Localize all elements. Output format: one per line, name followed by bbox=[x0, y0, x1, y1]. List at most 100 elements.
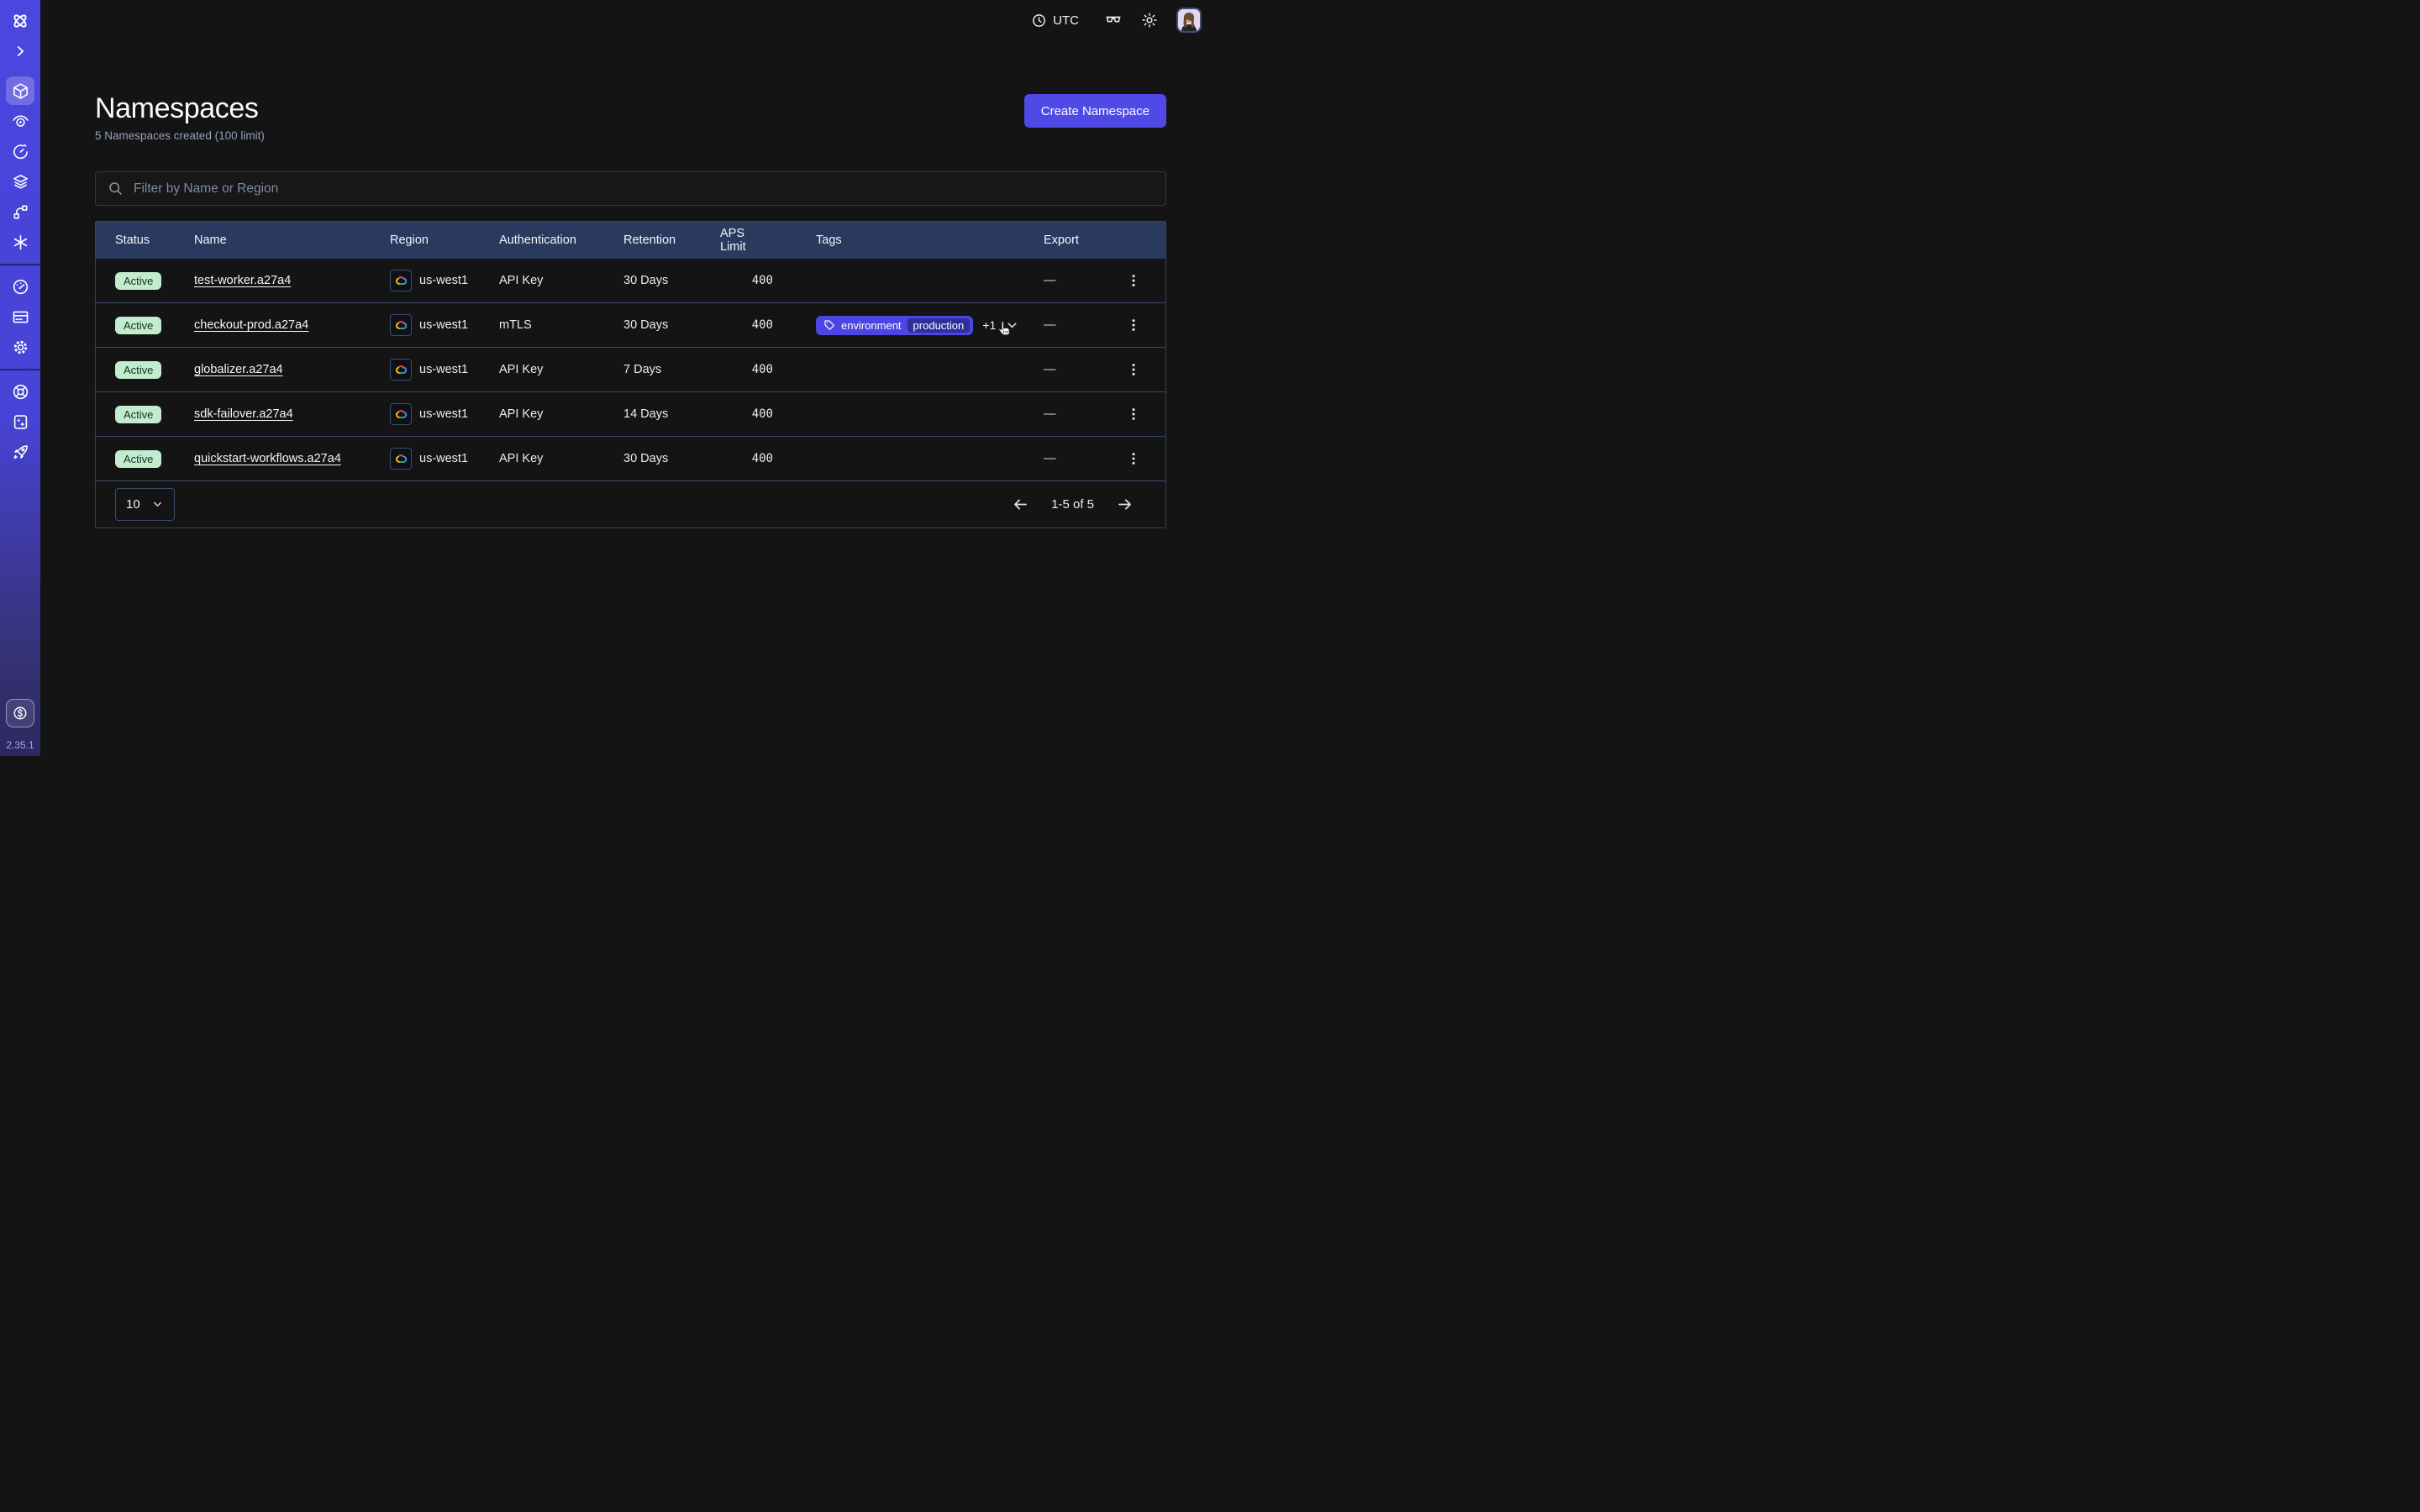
create-namespace-button[interactable]: Create Namespace bbox=[1024, 94, 1166, 128]
page-title-block: Namespaces 5 Namespaces created (100 lim… bbox=[95, 94, 265, 142]
tag-key: environment bbox=[841, 319, 902, 332]
row-menu-button[interactable] bbox=[1126, 407, 1141, 422]
col-name: Name bbox=[194, 234, 390, 247]
sidebar-item-nexus[interactable] bbox=[0, 227, 40, 257]
filter-input[interactable] bbox=[132, 181, 1154, 197]
region-label: us-west1 bbox=[419, 452, 468, 465]
table-footer: 10 1-5 of 5 bbox=[96, 480, 1165, 528]
namespace-link[interactable]: globalizer.a27a4 bbox=[194, 363, 283, 376]
auth-label: API Key bbox=[499, 452, 623, 465]
timer-icon bbox=[6, 137, 34, 165]
credits-button[interactable] bbox=[6, 699, 34, 727]
dollar-badge-icon bbox=[12, 705, 29, 722]
row-menu-button[interactable] bbox=[1126, 451, 1141, 466]
export-value: — bbox=[1044, 318, 1121, 332]
page-size-select[interactable]: 10 bbox=[115, 488, 175, 521]
topbar: UTC bbox=[40, 0, 1210, 40]
tag-chip[interactable]: environment production bbox=[816, 316, 973, 335]
sidebar-item-workflows[interactable] bbox=[0, 197, 40, 227]
region-label: us-west1 bbox=[419, 274, 468, 287]
sidebar-item-getting-started[interactable] bbox=[0, 437, 40, 467]
credit-card-icon bbox=[6, 302, 34, 331]
export-value: — bbox=[1044, 274, 1121, 287]
table-body: Active test-worker.a27a4 bbox=[96, 259, 1165, 480]
export-value: — bbox=[1044, 363, 1121, 376]
gauge-icon bbox=[6, 272, 34, 301]
filter-bar bbox=[95, 171, 1166, 206]
page-range-label: 1-5 of 5 bbox=[1051, 497, 1094, 512]
auth-label: API Key bbox=[499, 274, 623, 287]
lifebuoy-icon bbox=[6, 377, 34, 406]
retention-label: 30 Days bbox=[623, 452, 720, 465]
aps-limit-value: 400 bbox=[720, 452, 773, 465]
namespace-link[interactable]: test-worker.a27a4 bbox=[194, 274, 291, 287]
temporal-logo-icon[interactable] bbox=[0, 6, 40, 36]
namespace-link[interactable]: sdk-failover.a27a4 bbox=[194, 407, 293, 421]
app-root: 2.35.1 UTC bbox=[0, 0, 1210, 756]
clock-icon bbox=[1031, 13, 1047, 29]
sidebar-item-insights[interactable] bbox=[0, 106, 40, 136]
temporal-logo bbox=[6, 7, 34, 35]
sidebar-top bbox=[0, 6, 40, 66]
auth-label: API Key bbox=[499, 407, 623, 421]
table-row: Active globalizer.a27a4 bbox=[96, 347, 1165, 391]
glasses-icon bbox=[1104, 11, 1123, 29]
status-badge: Active bbox=[115, 406, 161, 423]
status-badge: Active bbox=[115, 450, 161, 468]
namespace-link[interactable]: checkout-prod.a27a4 bbox=[194, 318, 308, 332]
region-label: us-west1 bbox=[419, 318, 468, 332]
chevron-down-icon bbox=[151, 498, 164, 511]
next-page-button[interactable] bbox=[1116, 496, 1134, 513]
sidebar-item-support[interactable] bbox=[0, 376, 40, 407]
gcp-cloud-icon bbox=[390, 314, 412, 336]
row-menu-button[interactable] bbox=[1126, 273, 1141, 288]
prev-page-button[interactable] bbox=[1012, 496, 1029, 513]
status-badge: Active bbox=[115, 317, 161, 334]
sidebar-divider bbox=[0, 264, 40, 265]
sidebar-item-billing[interactable] bbox=[0, 302, 40, 332]
tag-icon bbox=[823, 319, 835, 331]
tags-cell: environment production +1 bbox=[816, 316, 1044, 335]
namespace-link[interactable]: quickstart-workflows.a27a4 bbox=[194, 452, 341, 465]
gcp-cloud-icon bbox=[390, 359, 412, 381]
sidebar-nav-account bbox=[0, 271, 40, 362]
asterisk-icon bbox=[6, 228, 34, 256]
theme-toggle-button[interactable] bbox=[1141, 12, 1158, 29]
namespace-count: 5 Namespaces created (100 limit) bbox=[95, 129, 265, 142]
chevron-right-icon bbox=[6, 37, 34, 66]
sidebar-item-usage[interactable] bbox=[0, 271, 40, 302]
table-row: Active quickstart-workflows.a27a4 bbox=[96, 436, 1165, 480]
sidebar-item-release-notes[interactable] bbox=[0, 407, 40, 437]
row-menu-button[interactable] bbox=[1126, 362, 1141, 377]
sidebar-item-deployments[interactable] bbox=[0, 166, 40, 197]
tag-value: production bbox=[908, 318, 971, 333]
sparkle-doc-icon bbox=[6, 407, 34, 436]
main-area: UTC bbox=[40, 0, 1210, 756]
sidebar-nav-help bbox=[0, 376, 40, 467]
retention-label: 7 Days bbox=[623, 363, 720, 376]
table-header-row: Status Name Region Authentication Retent… bbox=[96, 222, 1165, 259]
row-menu-button[interactable] bbox=[1126, 318, 1141, 333]
topbar-actions: UTC bbox=[1031, 8, 1202, 33]
incognito-button[interactable] bbox=[1104, 11, 1123, 29]
table-row: Active sdk-failover.a27a4 bbox=[96, 391, 1165, 436]
cube-icon bbox=[6, 76, 34, 105]
col-status: Status bbox=[115, 234, 194, 247]
sidebar-nav-primary bbox=[0, 76, 40, 257]
export-value: — bbox=[1044, 407, 1121, 421]
sidebar-divider bbox=[0, 369, 40, 370]
page-size-value: 10 bbox=[126, 497, 140, 512]
retention-label: 30 Days bbox=[623, 274, 720, 287]
page-header: Namespaces 5 Namespaces created (100 lim… bbox=[95, 94, 1166, 142]
timezone-button[interactable]: UTC bbox=[1031, 13, 1079, 29]
sidebar-item-settings[interactable] bbox=[0, 332, 40, 362]
page-title: Namespaces bbox=[95, 94, 265, 123]
sidebar-item-schedules[interactable] bbox=[0, 136, 40, 166]
expand-tags-button[interactable] bbox=[1005, 318, 1019, 333]
user-avatar[interactable] bbox=[1176, 8, 1202, 33]
col-retention: Retention bbox=[623, 234, 720, 247]
sidebar-expand-button[interactable] bbox=[0, 36, 40, 66]
table-row: Active checkout-prod.a27a4 bbox=[96, 302, 1165, 347]
sidebar-item-namespaces[interactable] bbox=[0, 76, 40, 106]
gcp-cloud-icon bbox=[390, 448, 412, 470]
